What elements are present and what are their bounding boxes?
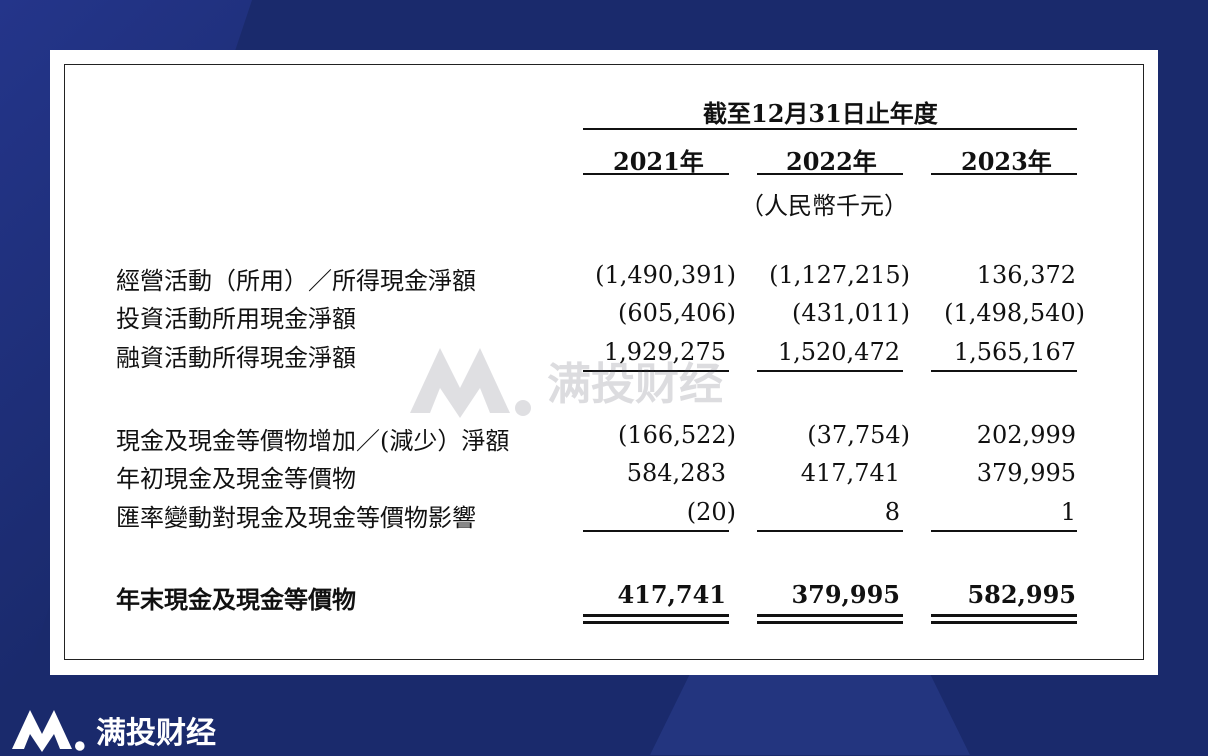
value-cell: 8 xyxy=(884,498,900,526)
row-label: 投資活動所用現金淨額 xyxy=(116,305,356,333)
mountain-m-logo-icon xyxy=(405,338,535,422)
double-rule xyxy=(583,621,729,624)
value-cell: (431,011) xyxy=(792,299,910,327)
value-cell: 1,565,167 xyxy=(953,338,1076,366)
year-header-2021: 2021年 xyxy=(613,147,704,176)
brand-logo: 满投财经 xyxy=(8,704,216,756)
double-rule xyxy=(583,614,729,617)
watermark: 满投财经 xyxy=(405,338,723,422)
period-header: 截至12月31日止年度 xyxy=(703,99,938,128)
year-rule-2021 xyxy=(583,173,729,175)
value-cell: (166,522) xyxy=(618,421,736,449)
value-cell: 1,520,472 xyxy=(777,338,900,366)
year-rule-2023 xyxy=(931,173,1077,175)
value-cell: 417,741 xyxy=(800,459,900,487)
unit-label: （人民幣千元） xyxy=(740,192,908,220)
year-header-2023: 2023年 xyxy=(961,147,1052,176)
value-cell: (605,406) xyxy=(618,299,736,327)
double-rule xyxy=(931,621,1077,624)
subtotal-rule xyxy=(931,530,1077,532)
value-cell: 1 xyxy=(1060,498,1076,526)
value-cell: 379,995 xyxy=(976,459,1076,487)
total-value-cell: 379,995 xyxy=(791,580,900,609)
value-cell: (20) xyxy=(686,498,736,526)
total-value-cell: 417,741 xyxy=(617,580,726,609)
row-label: 現金及現金等價物增加／(減少）淨額 xyxy=(116,427,510,455)
brand-text: 满投财经 xyxy=(96,716,216,751)
value-cell: 202,999 xyxy=(976,421,1076,449)
value-cell: (1,498,540) xyxy=(944,299,1085,327)
value-cell: 584,283 xyxy=(626,459,726,487)
value-cell: (1,490,391) xyxy=(595,261,736,289)
value-cell: (1,127,215) xyxy=(769,261,910,289)
subtotal-rule xyxy=(583,530,729,532)
value-cell: (37,754) xyxy=(807,421,910,449)
year-header-2022: 2022年 xyxy=(786,147,877,176)
total-value-cell: 582,995 xyxy=(967,580,1076,609)
row-label: 融資活動所得現金淨額 xyxy=(116,344,356,372)
subtotal-rule xyxy=(931,370,1077,372)
subtotal-rule xyxy=(757,530,903,532)
double-rule xyxy=(931,614,1077,617)
header-rule xyxy=(583,128,1077,130)
value-cell: 136,372 xyxy=(976,261,1076,289)
watermark-text: 满投财经 xyxy=(547,359,723,410)
subtotal-rule xyxy=(757,370,903,372)
row-label: 經營活動（所用）／所得現金淨額 xyxy=(116,267,476,295)
row-label: 年初現金及現金等價物 xyxy=(116,465,356,493)
year-rule-2022 xyxy=(757,173,903,175)
row-label: 匯率變動對現金及現金等價物影響 xyxy=(116,504,476,532)
mountain-m-logo-icon xyxy=(8,704,88,756)
double-rule xyxy=(757,614,903,617)
total-row-label: 年末現金及現金等價物 xyxy=(116,585,356,614)
double-rule xyxy=(757,621,903,624)
